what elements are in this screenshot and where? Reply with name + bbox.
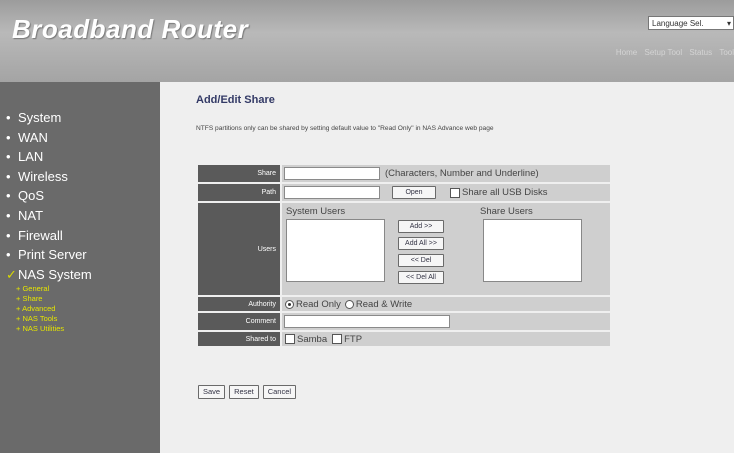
- add-all-button[interactable]: Add All >>: [398, 237, 444, 250]
- path-row: Path Open Share all USB Disks: [198, 184, 610, 201]
- open-button[interactable]: Open: [392, 186, 436, 199]
- share-all-usb-label: Share all USB Disks: [462, 187, 548, 198]
- users-cell: System Users Add >> Add All >> << Del <<…: [282, 203, 610, 295]
- top-link-setup[interactable]: Setup Tool: [644, 48, 682, 57]
- main-content: Add/Edit Share NTFS partitions only can …: [160, 82, 734, 453]
- top-link-home[interactable]: Home: [616, 48, 637, 57]
- sidebar-subitem-general[interactable]: + General: [6, 284, 92, 294]
- sidebar-subitem-advanced[interactable]: + Advanced: [6, 304, 92, 314]
- bullet-icon: •: [6, 110, 11, 125]
- cancel-button[interactable]: Cancel: [262, 385, 297, 399]
- sidebar-item-qos[interactable]: • QoS: [6, 186, 92, 206]
- top-nav: Home Setup Tool Status Tool: [611, 48, 734, 57]
- del-all-button[interactable]: << Del All: [398, 271, 444, 284]
- shared-to-label: Shared to: [198, 332, 280, 346]
- reset-button[interactable]: Reset: [229, 385, 259, 399]
- comment-input[interactable]: [284, 315, 450, 328]
- samba-label: Samba: [297, 333, 328, 345]
- save-button[interactable]: Save: [198, 385, 226, 399]
- header: Broadband Router Language Sel. ▾ Home Se…: [0, 0, 734, 82]
- shared-to-row: Shared to Samba FTP: [198, 332, 610, 346]
- sidebar-item-wan[interactable]: • WAN: [6, 128, 92, 148]
- bullet-icon: •: [6, 129, 11, 145]
- authority-label: Authority: [198, 297, 280, 311]
- system-users-label: System Users: [286, 206, 346, 217]
- read-only-radio[interactable]: [285, 299, 294, 309]
- del-button[interactable]: << Del: [398, 254, 444, 267]
- read-only-label: Read Only: [296, 298, 341, 310]
- share-users-list[interactable]: [483, 219, 582, 282]
- comment-label: Comment: [198, 313, 280, 330]
- ftp-label: FTP: [344, 333, 363, 345]
- bullet-icon: •: [6, 207, 11, 223]
- sidebar-subitem-nas-utilities[interactable]: + NAS Utilities: [6, 324, 92, 334]
- users-row: Users System Users Add >> Add All >> << …: [198, 203, 610, 295]
- sidebar-item-lan[interactable]: • LAN: [6, 147, 92, 167]
- language-select[interactable]: Language Sel. ▾: [648, 16, 734, 30]
- comment-cell: [282, 313, 610, 330]
- bullet-icon: •: [6, 168, 11, 184]
- sidebar-item-firewall[interactable]: • Firewall: [6, 226, 92, 246]
- system-users-list[interactable]: [286, 219, 385, 282]
- read-write-radio[interactable]: [344, 299, 354, 309]
- path-cell: Open Share all USB Disks: [282, 184, 610, 201]
- users-label: Users: [198, 203, 280, 295]
- share-row: Share (Characters, Number and Underline): [198, 165, 610, 182]
- ntfs-note: NTFS partitions only can be shared by se…: [196, 125, 494, 132]
- sidebar-item-print-server[interactable]: • Print Server: [6, 245, 92, 265]
- authority-cell: Read Only Read & Write: [282, 297, 610, 311]
- share-cell: (Characters, Number and Underline): [282, 165, 610, 182]
- bullet-icon: •: [6, 188, 11, 204]
- shared-to-cell: Samba FTP: [282, 332, 610, 346]
- checkmark-icon: ✓: [6, 266, 17, 282]
- sidebar-item-wireless[interactable]: • Wireless: [6, 167, 92, 187]
- brand-title: Broadband Router: [12, 14, 249, 44]
- samba-checkbox[interactable]: [285, 334, 295, 344]
- sidebar-item-nat[interactable]: • NAT: [6, 206, 92, 226]
- sidebar-subitem-share[interactable]: + Share: [6, 294, 92, 304]
- top-link-status[interactable]: Status: [689, 48, 712, 57]
- share-users-label: Share Users: [480, 206, 533, 217]
- sidebar-item-nas-system[interactable]: ✓NAS System: [6, 265, 92, 285]
- language-select-value: Language Sel.: [652, 19, 704, 28]
- share-hint: (Characters, Number and Underline): [385, 168, 539, 179]
- form-actions: Save Reset Cancel: [198, 385, 297, 399]
- add-button[interactable]: Add >>: [398, 220, 444, 233]
- page-title: Add/Edit Share: [196, 94, 275, 106]
- share-name-input[interactable]: [284, 167, 380, 180]
- sidebar-subitem-nas-tools[interactable]: + NAS Tools: [6, 314, 92, 324]
- authority-row: Authority Read Only Read & Write: [198, 297, 610, 311]
- bullet-icon: •: [6, 247, 11, 263]
- sidebar: • System • WAN • LAN • Wireless • QoS • NAT • F…: [0, 82, 160, 453]
- read-write-label: Read & Write: [355, 298, 413, 310]
- share-all-usb-checkbox[interactable]: [450, 187, 460, 198]
- chevron-down-icon: ▾: [726, 19, 731, 28]
- bullet-icon: •: [6, 149, 11, 165]
- share-label: Share: [198, 165, 280, 182]
- top-link-tool[interactable]: Tool: [719, 48, 734, 57]
- comment-row: Comment: [198, 313, 610, 330]
- ftp-checkbox[interactable]: [332, 334, 343, 344]
- sidebar-item-system[interactable]: • System: [6, 108, 92, 128]
- path-label: Path: [198, 184, 280, 201]
- path-input[interactable]: [284, 186, 380, 199]
- share-form: Share (Characters, Number and Underline)…: [198, 165, 610, 348]
- bullet-icon: •: [6, 227, 11, 243]
